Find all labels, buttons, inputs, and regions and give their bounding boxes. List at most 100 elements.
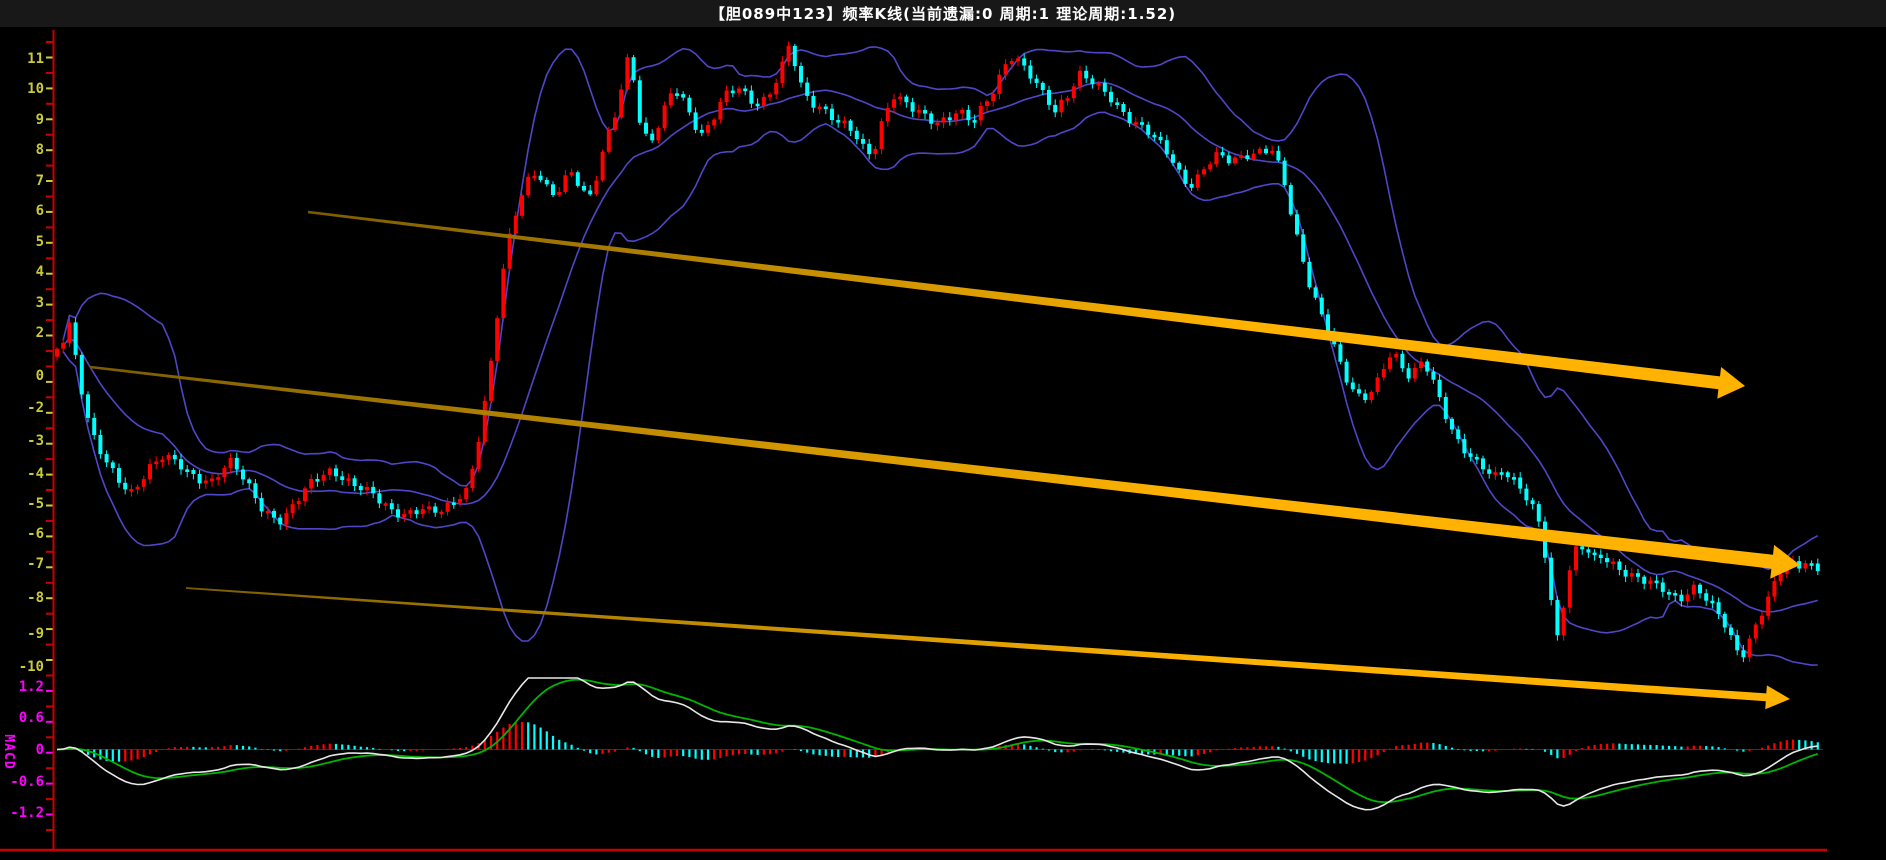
candle-body	[737, 88, 741, 93]
candle-body	[179, 459, 183, 470]
candle-body	[681, 94, 686, 98]
candle-body	[482, 400, 487, 442]
candle-body	[1425, 361, 1430, 372]
candle-body	[1561, 607, 1566, 636]
candle-body	[1288, 185, 1293, 215]
candle-body	[1009, 61, 1014, 65]
candle-body	[1474, 456, 1479, 460]
candle-body	[557, 192, 562, 195]
candle-body	[408, 510, 413, 514]
candle-body	[1350, 382, 1355, 390]
candle-body	[1053, 104, 1058, 113]
candle-body	[724, 90, 729, 102]
candle-body	[284, 513, 289, 525]
candle-body	[1326, 314, 1330, 333]
candle-body	[67, 322, 72, 343]
candle-body	[154, 461, 159, 465]
macd-axis-label: -1.2	[10, 805, 44, 821]
candle-body	[1598, 554, 1603, 558]
candle-body	[1685, 594, 1690, 602]
candle-body	[1499, 472, 1504, 475]
candle-body	[1611, 561, 1616, 565]
candle-body	[650, 133, 655, 141]
candle-body	[1140, 122, 1144, 125]
candle-body	[1809, 563, 1814, 566]
candle-body	[1121, 104, 1126, 112]
candle-body	[1735, 635, 1740, 651]
candle-body	[383, 503, 388, 506]
candle-body	[823, 106, 828, 110]
candle-body	[1381, 368, 1386, 378]
candle-body	[916, 110, 921, 113]
candle-body	[569, 172, 574, 176]
candle-body	[61, 342, 66, 349]
candle-body	[1164, 140, 1169, 155]
candle-body	[520, 195, 524, 216]
candle-body	[904, 96, 909, 103]
app-window: 11 10 9 8 7 6 5 4 3 2 0 -2 -3 -4 -5 -6 -7 -8 -9 -10 1.2 0.6 0 -…	[0, 0, 1886, 860]
candle-body	[73, 322, 78, 355]
candle-body	[532, 175, 537, 179]
candle-body	[1338, 344, 1343, 362]
candle-body	[507, 233, 512, 269]
price-axis-label: -6	[27, 526, 44, 542]
candle-body	[1555, 600, 1560, 636]
candle-body	[148, 464, 152, 480]
candle-body	[1629, 573, 1634, 577]
price-axis-label: -9	[27, 626, 44, 642]
candle-body	[501, 268, 506, 319]
candle-body	[1295, 214, 1299, 235]
candle-body	[544, 180, 549, 185]
candle-body	[210, 478, 214, 482]
candle-body	[1530, 500, 1535, 505]
candle-body	[687, 97, 692, 113]
candle-body	[1406, 368, 1411, 379]
candle-body	[1760, 615, 1764, 625]
candle-body	[960, 109, 965, 114]
candle-body	[315, 479, 320, 482]
candle-body	[228, 457, 233, 469]
candle-body	[613, 117, 617, 131]
candle-body	[185, 469, 190, 472]
candle-body	[309, 479, 314, 489]
candle-body	[340, 476, 345, 480]
kline-chart-canvas[interactable]: 11 10 9 8 7 6 5 4 3 2 0 -2 -3 -4 -5 -6 -7 -8 -9 -10 1.2 0.6 0 -…	[0, 0, 1886, 860]
candle-body	[191, 470, 196, 474]
price-axis-label: 7	[36, 173, 44, 189]
candle-body	[1344, 361, 1349, 383]
price-axis-label: -8	[27, 590, 44, 606]
candle-body	[117, 468, 121, 483]
price-axis-label: 9	[36, 112, 44, 128]
candle-body	[799, 66, 803, 83]
price-axis-label: 6	[36, 203, 44, 219]
candle-body	[346, 478, 351, 481]
candle-body	[780, 61, 785, 83]
candle-body	[1722, 613, 1727, 628]
candle-body	[402, 513, 407, 518]
candle-body	[1437, 379, 1442, 397]
candle-body	[768, 94, 772, 97]
candle-body	[1592, 552, 1597, 556]
candle-body	[1747, 638, 1752, 658]
candle-body	[985, 101, 989, 106]
candle-body	[606, 130, 611, 152]
candle-body	[451, 502, 456, 505]
candle-body	[160, 459, 165, 463]
candle-body	[805, 82, 810, 96]
candle-body	[1220, 152, 1225, 156]
candle-body	[978, 106, 983, 121]
candle-body	[743, 88, 748, 92]
candle-body	[197, 474, 202, 484]
candle-body	[1040, 82, 1045, 90]
candle-body	[1772, 581, 1777, 597]
candle-body	[1586, 549, 1591, 553]
candle-body	[427, 506, 431, 510]
candle-body	[377, 493, 382, 504]
candle-body	[861, 139, 865, 144]
candle-body	[1667, 592, 1671, 595]
candle-body	[1313, 287, 1318, 298]
candle-body	[1084, 70, 1089, 79]
candle-body	[1214, 152, 1219, 165]
candle-body	[334, 468, 338, 477]
chart-background	[0, 0, 1886, 860]
